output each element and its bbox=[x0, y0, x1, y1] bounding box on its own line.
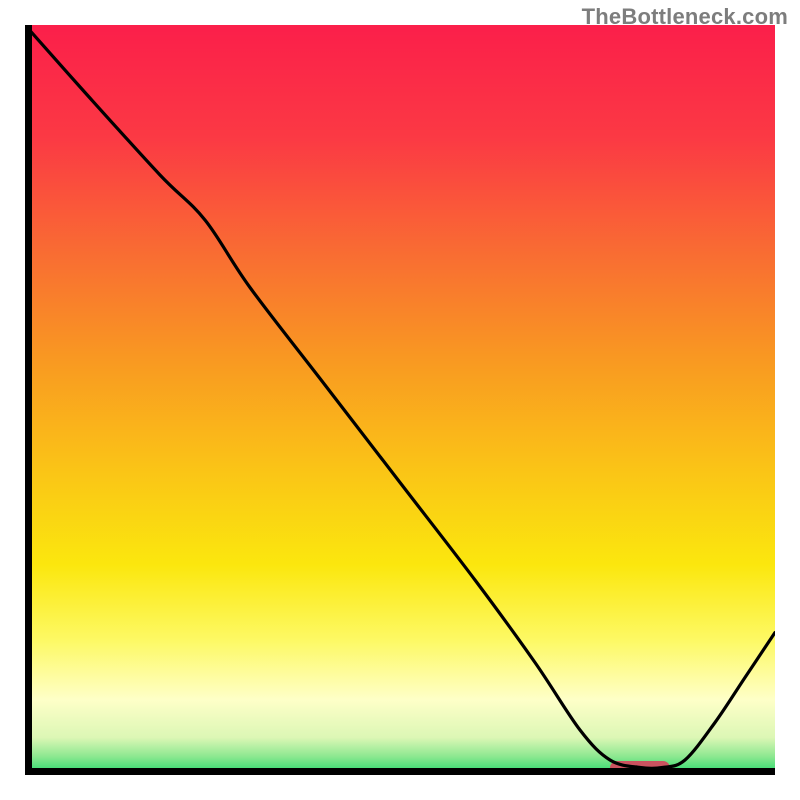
axes-frame bbox=[25, 25, 775, 775]
chart-container: TheBottleneck.com bbox=[0, 0, 800, 800]
plot-area bbox=[25, 25, 775, 775]
